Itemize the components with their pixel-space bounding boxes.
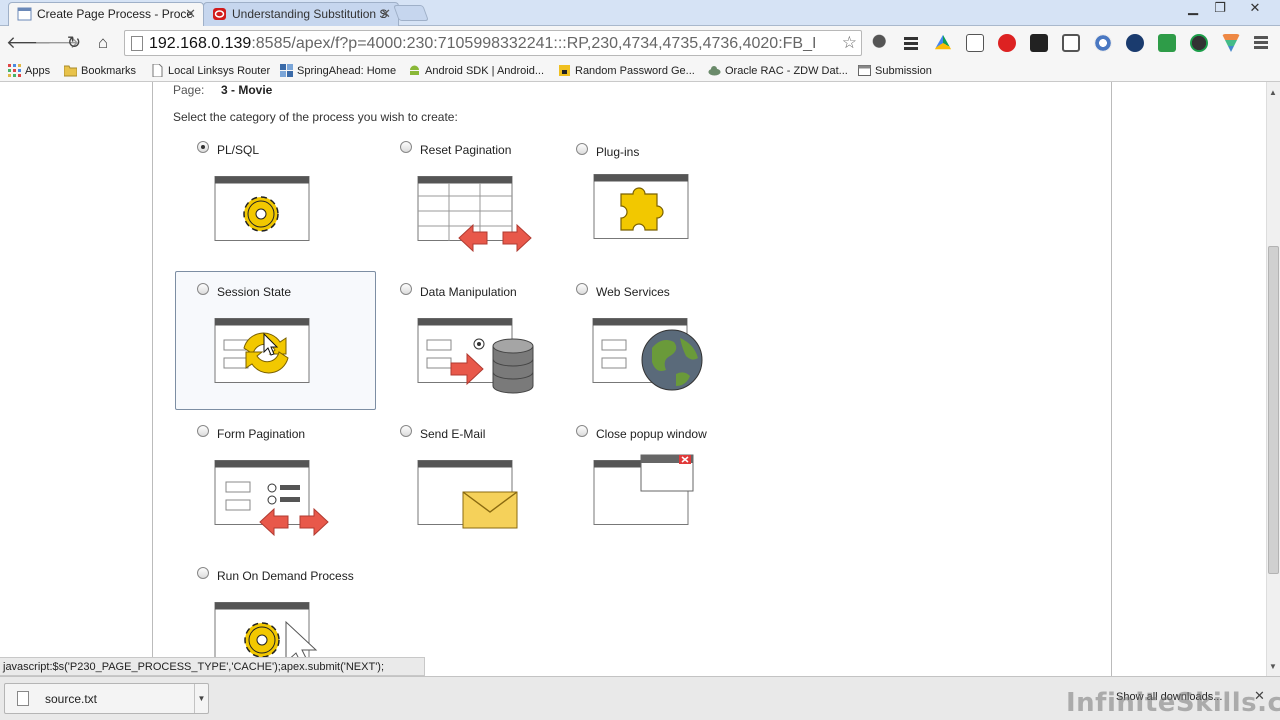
refresh-arrows-icon[interactable] [214,318,310,384]
radio-session-state[interactable] [197,283,209,295]
chevron-down-icon[interactable]: ▼ [194,684,208,713]
close-popup-icon[interactable] [593,454,697,526]
tab-understanding-substitution[interactable]: Understanding Substitution S ✕ [203,2,399,26]
option-label: Data Manipulation [420,285,517,299]
option-label: Plug-ins [596,145,640,159]
globe-icon[interactable] [592,318,706,394]
grid-icon [280,64,293,77]
bookmark-random-password[interactable]: Random Password Ge... [558,63,695,79]
magnifier-extension-icon[interactable] [872,34,890,52]
download-filename: source.txt [45,692,98,706]
scroll-down-icon[interactable]: ▼ [1269,662,1277,671]
radio-run-on-demand-process[interactable] [197,567,209,579]
form-arrows-icon[interactable] [214,460,332,538]
bookmark-springahead[interactable]: SpringAhead: Home [280,63,396,79]
layers-extension-icon[interactable] [902,34,920,52]
option-label: Run On Demand Process [217,569,354,583]
radio-reset-pagination[interactable] [400,141,412,153]
bookmark-apps[interactable]: Apps [8,63,50,79]
page-value: 3 - Movie [221,83,273,97]
url-text: 192.168.0.139:8585/apex/f?p=4000:230:710… [149,35,817,52]
lens-extension-icon[interactable] [1094,34,1112,52]
watermark-logo: InfiniteSkills.com [1066,688,1280,718]
page-viewport: Page: 3 - Movie Select the category of t… [0,82,1266,676]
tab-create-page-process[interactable]: Create Page Process - Proce ✕ [8,2,204,26]
option-label: Send E-Mail [420,427,486,441]
home-icon[interactable]: ⌂ [92,32,114,54]
forward-icon[interactable]: 🡒 [34,32,80,54]
radio-close-popup-window[interactable] [576,425,588,437]
puzzle-extension-icon[interactable] [1030,34,1048,52]
lock-icon [559,65,570,76]
bookmark-star-icon[interactable]: ☆ [842,33,857,53]
status-bar-url: javascript:$s('P230_PAGE_PROCESS_TYPE','… [0,657,425,676]
radio-send-email[interactable] [400,425,412,437]
window-icon [858,65,871,76]
minimize-icon[interactable]: ▁ [1180,0,1206,18]
reload-icon[interactable]: ↻ [63,32,85,54]
bookmark-android-sdk[interactable]: Android SDK | Android... [408,63,544,79]
window-close-icon[interactable]: ✕ [1240,0,1270,18]
browser-toolbar: 🡐 🡒 ↻ ⌂ 192.168.0.139:8585/apex/f?p=4000… [0,26,1280,60]
tab-label: Understanding Substitution S [232,7,388,21]
envelope-icon[interactable] [417,460,519,530]
radio-plsql[interactable] [197,141,209,153]
close-icon[interactable]: ✕ [380,3,391,25]
tab-label: Create Page Process - Proce [37,7,194,21]
bookmark-submission[interactable]: Submission [858,63,932,79]
back-icon[interactable]: 🡐 [6,32,52,54]
file-icon [17,691,29,706]
folder-icon [64,65,77,77]
oracle-icon [213,8,226,20]
close-icon[interactable]: ✕ [185,3,196,25]
bookmark-local-linksys-router[interactable]: Local Linksys Router [151,63,270,79]
option-label: PL/SQL [217,143,260,157]
radio-plug-ins[interactable] [576,143,588,155]
google-drive-icon[interactable] [934,34,952,50]
tab-strip: Create Page Process - Proce ✕ Understand… [0,0,1280,26]
evernote-icon[interactable] [1158,34,1176,52]
cloud-hq-icon[interactable] [966,34,984,52]
radio-form-pagination[interactable] [197,425,209,437]
badge-44-icon[interactable] [998,34,1016,52]
radio-data-manipulation[interactable] [400,283,412,295]
option-label: Close popup window [596,427,707,441]
bookmark-oracle-rac[interactable]: Oracle RAC - ZDW Dat... [708,63,848,79]
new-badge-icon[interactable] [1190,34,1208,52]
android-icon [410,65,419,75]
pocket-icon[interactable] [1222,34,1240,52]
bookmarks-bar: Apps Bookmarks Local Linksys Router Spri… [0,60,1280,82]
option-label: Form Pagination [217,427,306,441]
download-item[interactable]: source.txt ▼ [4,683,209,714]
puzzle-icon[interactable] [593,174,689,240]
new-tab-button[interactable] [393,5,429,21]
option-label: Web Services [596,285,670,299]
menu-icon[interactable] [1254,34,1268,52]
option-label: Reset Pagination [420,143,512,157]
radio-web-services[interactable] [576,283,588,295]
instruction-text: Select the category of the process you w… [173,110,458,124]
restore-icon[interactable]: ❐ [1207,0,1233,18]
option-label: Session State [217,285,292,299]
bookmark-bookmarks[interactable]: Bookmarks [64,63,136,79]
page-icon [131,36,143,51]
cloud-icon [708,66,721,76]
vertical-scrollbar[interactable]: ▲ ▼ [1266,82,1280,676]
page-label: Page: [173,83,205,97]
page-icon [152,64,163,77]
page-icon [17,7,32,21]
scrollbar-thumb[interactable] [1268,246,1279,574]
cast-icon[interactable] [1062,34,1080,52]
gear-icon[interactable] [214,176,310,242]
address-bar[interactable]: 192.168.0.139:8585/apex/f?p=4000:230:710… [124,30,862,56]
amazon-icon[interactable] [1126,34,1144,52]
database-icon[interactable] [417,318,537,396]
table-arrows-icon[interactable] [417,176,535,254]
apps-grid-icon [8,64,21,77]
scroll-up-icon[interactable]: ▲ [1269,88,1277,97]
